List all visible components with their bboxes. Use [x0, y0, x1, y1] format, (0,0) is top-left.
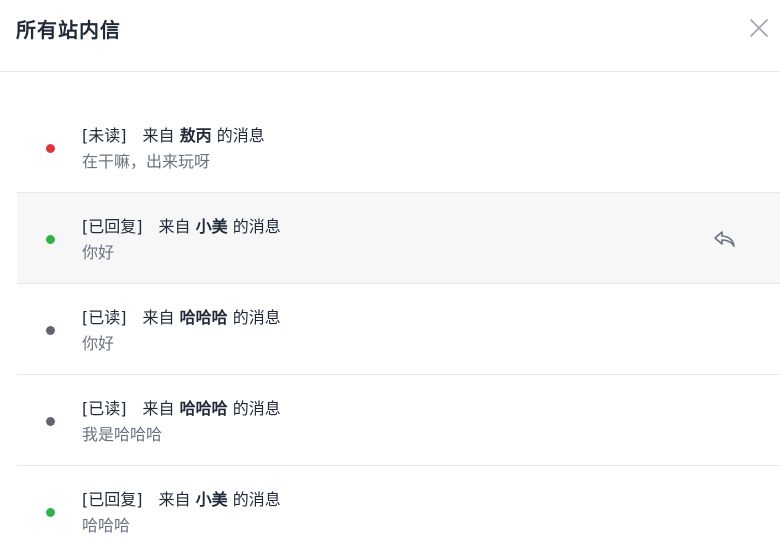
message-sender: 哈哈哈 [179, 399, 228, 418]
message-header: [已回复] 来自 小美 的消息 [82, 490, 281, 510]
from-prefix: 来自 [142, 399, 175, 418]
reply-icon [714, 231, 735, 247]
message-item[interactable]: [已读] 来自 哈哈哈 的消息 你好 [17, 284, 780, 375]
message-item[interactable]: [未读] 来自 敖丙 的消息 在干嘛，出来玩呀 [17, 102, 780, 193]
message-list: [未读] 来自 敖丙 的消息 在干嘛，出来玩呀 [已回复] 来自 小美 的消息 你好… [17, 102, 780, 557]
status-dot [46, 417, 55, 426]
from-suffix: 的消息 [232, 490, 281, 509]
message-sender: 敖丙 [179, 126, 212, 145]
message-status: [未读] [82, 126, 127, 145]
message-sender: 小美 [195, 490, 228, 509]
message-status: [已回复] [82, 217, 143, 236]
message-item[interactable]: [已读] 来自 哈哈哈 的消息 我是哈哈哈 [17, 375, 780, 466]
message-content: 在干嘛，出来玩呀 [82, 152, 211, 171]
dialog-title: 所有站内信 [16, 18, 121, 42]
status-dot [46, 326, 55, 335]
message-content: 你好 [82, 243, 115, 262]
from-suffix: 的消息 [232, 308, 281, 327]
status-dot [46, 235, 55, 244]
message-header: [已读] 来自 哈哈哈 的消息 [82, 308, 281, 328]
message-item[interactable]: [已回复] 来自 小美 的消息 你好 [17, 193, 780, 284]
close-icon [750, 19, 768, 37]
message-item[interactable]: [已回复] 来自 小美 的消息 哈哈哈 [17, 466, 780, 557]
message-status: [已回复] [82, 490, 143, 509]
from-prefix: 来自 [142, 126, 175, 145]
message-content: 我是哈哈哈 [82, 425, 163, 444]
message-sender: 哈哈哈 [179, 308, 228, 327]
status-dot [46, 508, 55, 517]
from-prefix: 来自 [142, 308, 175, 327]
message-header: [已读] 来自 哈哈哈 的消息 [82, 399, 281, 419]
message-content: 你好 [82, 334, 115, 353]
message-status: [已读] [82, 399, 127, 418]
status-dot [46, 144, 55, 153]
from-suffix: 的消息 [216, 126, 265, 145]
message-header: [已回复] 来自 小美 的消息 [82, 217, 281, 237]
from-suffix: 的消息 [232, 399, 281, 418]
message-sender: 小美 [195, 217, 228, 236]
message-content: 哈哈哈 [82, 516, 131, 535]
close-button[interactable] [748, 17, 770, 39]
reply-button[interactable] [713, 229, 737, 249]
dialog-header: 所有站内信 [0, 0, 780, 72]
message-header: [未读] 来自 敖丙 的消息 [82, 126, 265, 146]
message-status: [已读] [82, 308, 127, 327]
from-prefix: 来自 [158, 490, 191, 509]
from-suffix: 的消息 [232, 217, 281, 236]
from-prefix: 来自 [158, 217, 191, 236]
